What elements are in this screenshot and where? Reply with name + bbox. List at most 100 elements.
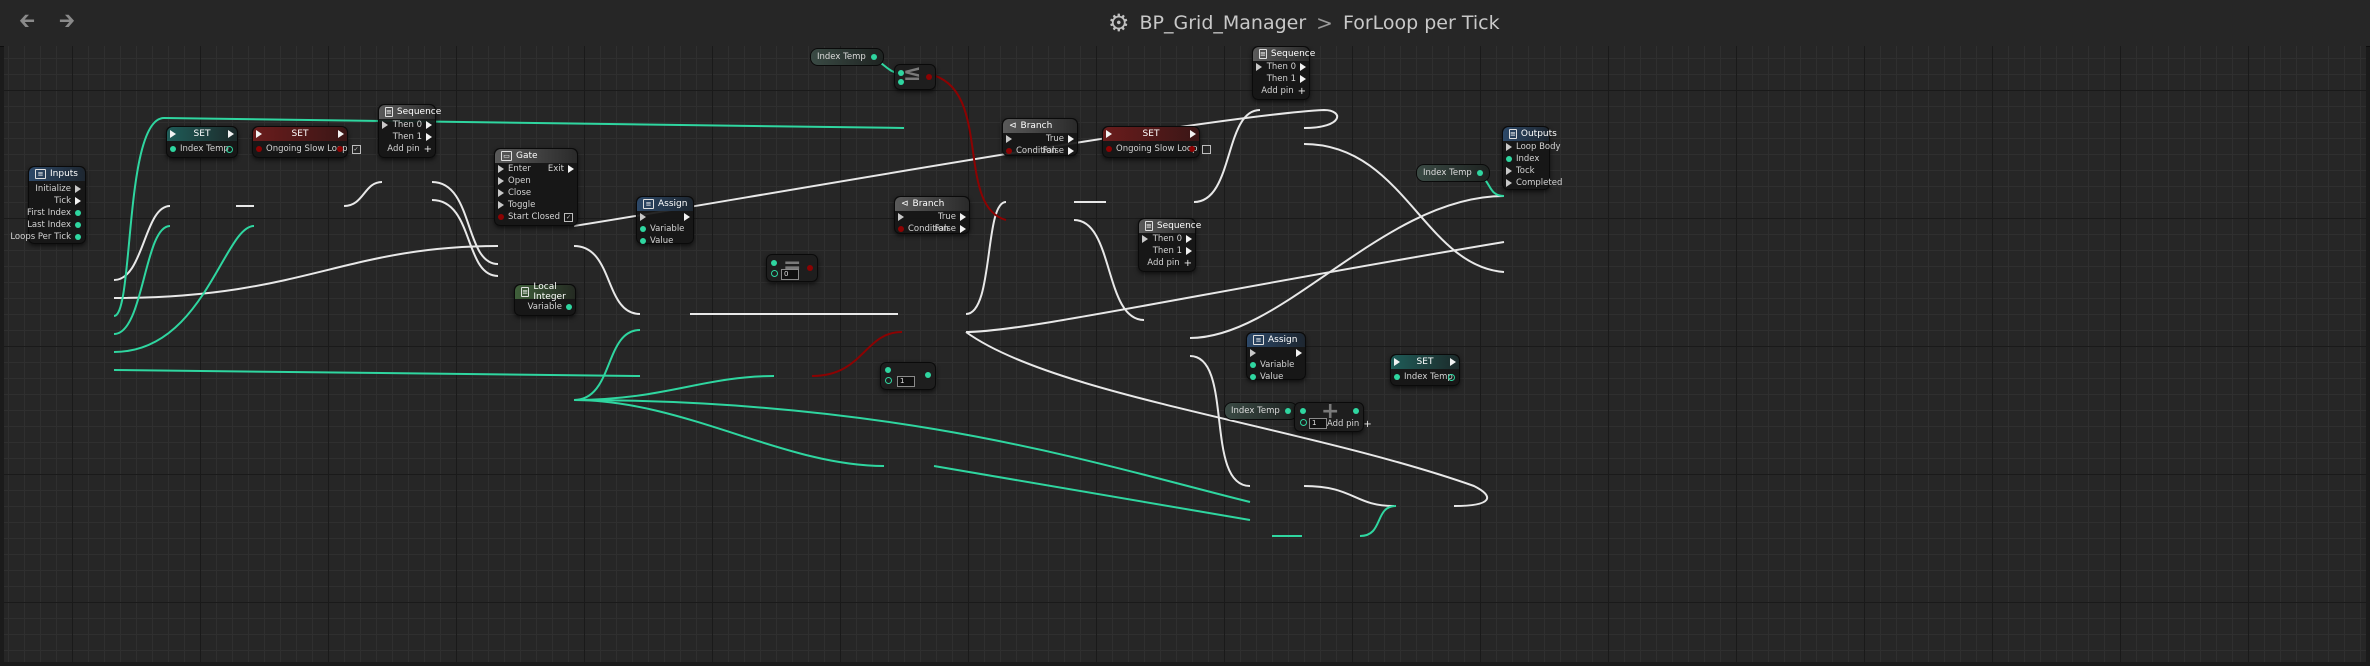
- pin-out[interactable]: [337, 143, 343, 155]
- int-pin[interactable]: [1250, 374, 1256, 380]
- checkbox[interactable]: ✓: [564, 212, 574, 222]
- pin-out[interactable]: [1448, 371, 1455, 383]
- int-pin[interactable]: [640, 226, 646, 232]
- node-assign[interactable]: ≡ Assign Variable Value: [636, 196, 694, 246]
- int-pin[interactable]: [170, 146, 176, 152]
- getter-index-temp-bottom[interactable]: Index Temp: [1224, 402, 1298, 420]
- node-sequence-3[interactable]: ≡ Sequence Then 0 Then 1 Add pin +: [1138, 218, 1201, 272]
- pin-false[interactable]: False: [1043, 145, 1074, 157]
- bool-pin[interactable]: [1189, 146, 1195, 152]
- exec-pin[interactable]: [568, 165, 574, 173]
- int-pin[interactable]: [566, 304, 572, 310]
- node-set-ongoing-slow-loop-2[interactable]: SET Ongoing Slow Loop: [1102, 126, 1211, 158]
- exec-pin[interactable]: [75, 197, 81, 205]
- exec-pin[interactable]: [1300, 75, 1306, 83]
- bool-pin[interactable]: [1006, 148, 1012, 154]
- exec-pin[interactable]: [426, 133, 432, 141]
- exec-pin[interactable]: [382, 121, 388, 129]
- arrow-right-icon[interactable]: 🡲: [54, 8, 80, 36]
- exec-pin[interactable]: [1256, 63, 1262, 71]
- exec-pin[interactable]: [898, 213, 904, 221]
- literal-value-field[interactable]: 1: [897, 376, 915, 387]
- exec-in[interactable]: [1394, 356, 1400, 368]
- exec-pin[interactable]: [1506, 179, 1512, 187]
- node-branch-lower[interactable]: ⊲ Branch True Condition False: [894, 196, 970, 234]
- exec-pin[interactable]: [426, 121, 432, 129]
- exec-pin[interactable]: [1186, 235, 1192, 243]
- int-pin[interactable]: [1300, 419, 1307, 426]
- breadcrumb-blueprint[interactable]: BP_Grid_Manager: [1140, 12, 1307, 34]
- int-pin[interactable]: [1394, 374, 1400, 380]
- exec-pin[interactable]: [960, 225, 966, 233]
- pin-initialize[interactable]: Initialize: [35, 183, 81, 195]
- exec-pin[interactable]: [1506, 167, 1512, 175]
- pin-then-0[interactable]: Then 0: [1153, 233, 1192, 245]
- exec-in[interactable]: [256, 128, 262, 140]
- node-compare-equal[interactable]: = 0: [766, 253, 818, 282]
- exec-pin[interactable]: [1142, 235, 1148, 243]
- pin-ongoing-slow-loop[interactable]: Ongoing Slow Loop ✓: [256, 143, 361, 155]
- bool-pin[interactable]: [898, 226, 904, 232]
- exec-in[interactable]: [382, 119, 388, 131]
- node-gate[interactable]: ▭ Gate Enter Exit Open Close Toggle Start…: [494, 148, 578, 226]
- int-pin[interactable]: [640, 238, 646, 244]
- checkbox[interactable]: [1201, 144, 1211, 154]
- pin-index-temp[interactable]: Index Temp: [1394, 371, 1453, 383]
- exec-out[interactable]: [1296, 347, 1302, 359]
- node-sequence[interactable]: ≡ Sequence Then 0 Then 1 Add pin +: [378, 104, 441, 158]
- exec-in[interactable]: [1106, 128, 1112, 140]
- pin-then-0[interactable]: Then 0: [1267, 61, 1306, 73]
- int-pin[interactable]: [771, 260, 777, 266]
- int-pin[interactable]: [925, 372, 931, 378]
- node-add[interactable]: + 1 Add pin +: [1294, 399, 1372, 432]
- pin-enter[interactable]: Enter: [498, 163, 531, 175]
- exec-out[interactable]: [684, 211, 690, 223]
- getter-index-temp[interactable]: Index Temp: [810, 48, 884, 66]
- int-pin[interactable]: [75, 210, 81, 216]
- node-int-literal[interactable]: 1: [880, 362, 936, 390]
- exec-pin[interactable]: [1296, 349, 1302, 357]
- exec-pin[interactable]: [338, 130, 344, 138]
- pin-index[interactable]: Index: [1506, 153, 1539, 165]
- pin-completed[interactable]: Completed: [1506, 177, 1562, 189]
- pin-false[interactable]: False: [935, 223, 966, 235]
- exec-pin[interactable]: [256, 130, 262, 138]
- compare-value-field[interactable]: 0: [781, 269, 799, 280]
- exec-in[interactable]: [898, 211, 904, 223]
- pin-value[interactable]: Value: [1250, 371, 1283, 383]
- int-pin[interactable]: [870, 54, 877, 60]
- int-pin[interactable]: [1284, 408, 1291, 414]
- add-pin-button[interactable]: Add pin +: [1261, 85, 1306, 97]
- add-value-field[interactable]: 1: [1309, 418, 1327, 429]
- exec-out[interactable]: [228, 128, 234, 140]
- exec-out[interactable]: [1190, 128, 1196, 140]
- bool-pin[interactable]: [926, 74, 932, 80]
- exec-pin[interactable]: [75, 185, 81, 193]
- exec-pin[interactable]: [1394, 358, 1400, 366]
- pin-out[interactable]: [1189, 143, 1195, 155]
- bool-pin[interactable]: [256, 146, 262, 152]
- exec-pin[interactable]: [170, 130, 176, 138]
- exec-pin[interactable]: [640, 213, 646, 221]
- node-assign-2[interactable]: ≡ Assign Variable Value: [1246, 332, 1306, 383]
- breadcrumb-graph[interactable]: ForLoop per Tick: [1343, 12, 1500, 34]
- node-outputs[interactable]: ≡ Outputs Loop Body Index Tock Completed: [1502, 126, 1562, 190]
- node-set-index-temp[interactable]: SET Index Temp: [166, 126, 238, 158]
- add-pin-button[interactable]: Add pin +: [1147, 257, 1192, 269]
- pin-variable[interactable]: Variable: [1250, 359, 1294, 371]
- exec-pin[interactable]: [498, 189, 504, 197]
- exec-in[interactable]: [1256, 61, 1262, 73]
- node-set-ongoing-slow-loop[interactable]: SET Ongoing Slow Loop ✓: [252, 126, 361, 158]
- node-inputs[interactable]: ≡ Inputs Initialize Tick First Index Last…: [10, 166, 86, 244]
- bool-pin[interactable]: [1106, 146, 1112, 152]
- bool-pin[interactable]: [498, 214, 504, 220]
- pin-close[interactable]: Close: [498, 187, 531, 199]
- int-pin[interactable]: [1250, 362, 1256, 368]
- exec-pin[interactable]: [1506, 143, 1512, 151]
- pin-then-0[interactable]: Then 0: [393, 119, 432, 131]
- pin-out[interactable]: [226, 143, 233, 155]
- pin-last-index[interactable]: Last Index: [27, 219, 81, 231]
- node-local-integer[interactable]: ≡ Local Integer Variable: [514, 282, 576, 316]
- pin-first-index[interactable]: First Index: [27, 207, 81, 219]
- bool-pin[interactable]: [807, 265, 813, 271]
